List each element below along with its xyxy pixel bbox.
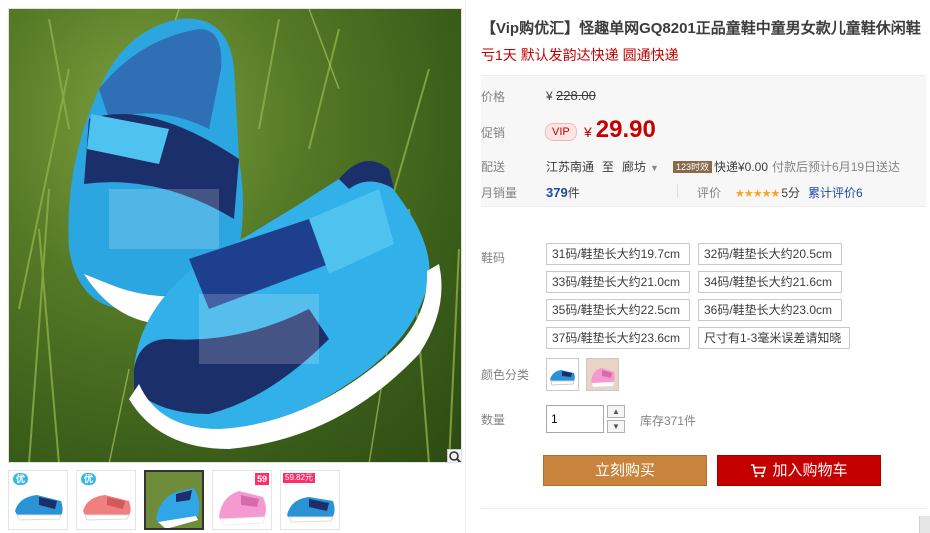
ship-from: 江苏南通 — [546, 160, 595, 174]
thumbnail-price-badge: 59 — [254, 473, 269, 485]
ship-to: 廊坊 — [622, 160, 647, 174]
promo-price-value: 29.90 — [595, 116, 656, 143]
promo-label: 促销 — [481, 126, 506, 140]
thumbnail-tag: 优 — [13, 473, 29, 485]
color-option-blue[interactable] — [546, 358, 579, 391]
size-option[interactable]: 36码/鞋垫长大约23.0cm — [698, 299, 842, 321]
quantity-input[interactable] — [546, 405, 604, 433]
scrollbar[interactable] — [919, 516, 930, 533]
sales-count: 379 — [546, 185, 568, 200]
original-price: ¥ 228.00 — [546, 88, 596, 103]
product-title: 【Vip购优汇】怪趣单网GQ8201正品童鞋中童男女款儿童鞋休闲鞋 — [481, 20, 921, 37]
zoom-button[interactable] — [447, 449, 461, 462]
rating-label: 评价 — [697, 186, 722, 200]
quantity-decrease-button[interactable]: ▼ — [607, 420, 625, 433]
sales-unit: 件 — [567, 186, 580, 200]
review-count-link[interactable]: 累计评价6 — [808, 186, 863, 200]
cart-icon — [751, 463, 767, 477]
currency-symbol: ¥ — [546, 89, 553, 103]
thumbnail-3[interactable] — [144, 470, 204, 530]
divider — [481, 508, 926, 509]
size-note[interactable]: 尺寸有1-3毫米误差请知晓 — [698, 327, 850, 349]
thumbnail-tag: 优 — [81, 473, 97, 485]
rating-block: 评价 ★★★★★ 5分 累计评价6 — [697, 184, 863, 201]
chevron-down-icon: ▼ — [650, 163, 659, 173]
vip-badge: VIP — [545, 123, 577, 141]
chevron-up-icon: ▲ — [612, 407, 620, 416]
thumbnail-2[interactable]: 优 — [76, 470, 136, 530]
color-label: 颜色分类 — [481, 368, 530, 382]
monthly-sales: 379件 — [546, 184, 580, 201]
thumbnail-1[interactable]: 优 — [8, 470, 68, 530]
original-price-value: 228.00 — [556, 88, 596, 103]
stock-count: 库存371件 — [640, 414, 697, 428]
ship-to-word: 至 — [602, 160, 615, 174]
color-option-pink[interactable] — [586, 358, 619, 391]
star-rating-icon: ★★★★★ — [735, 188, 780, 200]
shipping-eta: 付款后预计6月19日送达 — [772, 160, 901, 174]
ship-destination-select[interactable]: 廊坊 ▼ — [622, 158, 659, 175]
shipping-info: 江苏南通 至 廊坊 ▼ 123时效 快递¥0.00 付款后预计6月19日送达 — [546, 158, 900, 175]
price-label: 价格 — [481, 90, 506, 104]
chevron-down-icon: ▼ — [612, 422, 620, 431]
thumbnail-price-badge: 59.82元 — [283, 473, 316, 483]
shipping-label: 配送 — [481, 160, 506, 174]
price-section: 价格 ¥ 228.00 促销 VIP ¥29.90 配送 江苏南通 至 廊坊 ▼ … — [481, 75, 926, 207]
add-to-cart-button[interactable]: 加入购物车 — [717, 455, 881, 486]
divider — [677, 184, 678, 198]
thumbnail-strip: 优 优 59 59.82元 — [8, 470, 462, 532]
size-option[interactable]: 35码/鞋垫长大约22.5cm — [546, 299, 690, 321]
quantity-label: 数量 — [481, 413, 506, 427]
product-info-panel: 【Vip购优汇】怪趣单网GQ8201正品童鞋中童男女款儿童鞋休闲鞋 亏1天 默认… — [481, 0, 930, 533]
main-product-image[interactable] — [8, 8, 462, 463]
thumbnail-4[interactable]: 59 — [212, 470, 272, 530]
buy-now-button[interactable]: 立刻购买 — [543, 455, 707, 486]
add-to-cart-label: 加入购物车 — [772, 462, 848, 479]
quantity-increase-button[interactable]: ▲ — [607, 405, 625, 418]
promo-price: ¥29.90 — [584, 116, 656, 144]
rating-score: 5分 — [781, 186, 801, 200]
thumbnail-5[interactable]: 59.82元 — [280, 470, 340, 530]
product-subtitle: 亏1天 默认发韵达快递 圆通快递 — [481, 47, 679, 63]
gallery-divider — [465, 0, 466, 533]
shipping-fee: 快递¥0.00 — [714, 160, 769, 174]
magnifier-icon — [449, 451, 461, 462]
delivery-tag: 123时效 — [672, 160, 712, 173]
size-option[interactable]: 34码/鞋垫长大约21.6cm — [698, 271, 842, 293]
size-option[interactable]: 32码/鞋垫长大约20.5cm — [698, 243, 842, 265]
size-option[interactable]: 33码/鞋垫长大约21.0cm — [546, 271, 690, 293]
product-gallery: 优 优 59 59.82元 — [0, 0, 465, 533]
size-label: 鞋码 — [481, 251, 506, 265]
monthly-sales-label: 月销量 — [481, 186, 518, 200]
currency-symbol: ¥ — [584, 124, 592, 140]
size-option[interactable]: 37码/鞋垫长大约23.6cm — [546, 327, 690, 349]
size-option[interactable]: 31码/鞋垫长大约19.7cm — [546, 243, 690, 265]
